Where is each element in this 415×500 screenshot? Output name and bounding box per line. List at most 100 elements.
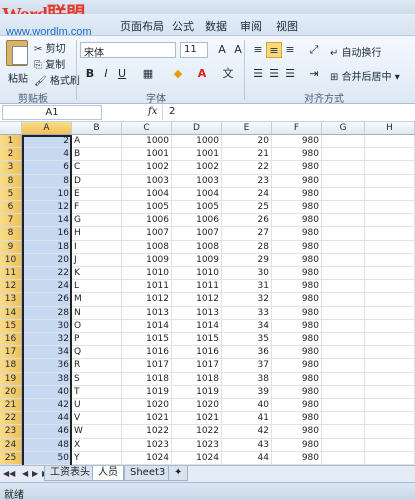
- cell-d[interactable]: 1016: [172, 346, 222, 360]
- cell-g[interactable]: [322, 240, 365, 254]
- cell-h[interactable]: [365, 438, 415, 452]
- cell-h[interactable]: [365, 425, 415, 439]
- cell-c[interactable]: 1003: [122, 174, 172, 188]
- row-header[interactable]: 23: [0, 425, 22, 439]
- phonetic-icon[interactable]: 文: [220, 66, 236, 82]
- cell-g[interactable]: [322, 451, 365, 465]
- cell-f[interactable]: 980: [272, 280, 322, 294]
- cell-c[interactable]: 1018: [122, 372, 172, 386]
- cell-g[interactable]: [322, 412, 365, 426]
- cell-f[interactable]: 980: [272, 359, 322, 373]
- formula-input[interactable]: 2: [162, 105, 412, 120]
- align-middle-icon[interactable]: ≡: [266, 42, 282, 58]
- tab-formulas[interactable]: 公式: [172, 18, 194, 34]
- cell-e[interactable]: 20: [222, 135, 272, 149]
- cell-b[interactable]: U: [72, 399, 122, 413]
- cell-e[interactable]: 23: [222, 174, 272, 188]
- cell-a[interactable]: 42: [22, 399, 72, 413]
- cell-e[interactable]: 35: [222, 333, 272, 347]
- cell-g[interactable]: [322, 187, 365, 201]
- row-header[interactable]: 17: [0, 346, 22, 360]
- cell-g[interactable]: [322, 319, 365, 333]
- cell-e[interactable]: 24: [222, 187, 272, 201]
- cell-b[interactable]: B: [72, 148, 122, 162]
- cell-a[interactable]: 28: [22, 306, 72, 320]
- cell-b[interactable]: Y: [72, 451, 122, 465]
- cell-d[interactable]: 1013: [172, 306, 222, 320]
- column-header-a[interactable]: A: [22, 122, 72, 135]
- cell-e[interactable]: 31: [222, 280, 272, 294]
- cell-d[interactable]: 1000: [172, 135, 222, 149]
- fill-color-icon[interactable]: ◆: [170, 66, 186, 82]
- cell-e[interactable]: 43: [222, 438, 272, 452]
- cell-f[interactable]: 980: [272, 346, 322, 360]
- name-box[interactable]: A1: [2, 105, 102, 120]
- prev-sheet-icon[interactable]: ◀: [22, 469, 28, 478]
- cell-b[interactable]: E: [72, 187, 122, 201]
- column-header-g[interactable]: G: [322, 122, 365, 135]
- row-header[interactable]: 15: [0, 319, 22, 333]
- cell-d[interactable]: 1023: [172, 438, 222, 452]
- cell-a[interactable]: 8: [22, 174, 72, 188]
- align-bottom-icon[interactable]: ≡: [282, 42, 298, 58]
- cell-d[interactable]: 1022: [172, 425, 222, 439]
- cell-a[interactable]: 34: [22, 346, 72, 360]
- row-header[interactable]: 22: [0, 412, 22, 426]
- cell-e[interactable]: 25: [222, 201, 272, 215]
- cell-e[interactable]: 30: [222, 267, 272, 281]
- row-header[interactable]: 7: [0, 214, 22, 228]
- cell-h[interactable]: [365, 319, 415, 333]
- cell-d[interactable]: 1003: [172, 174, 222, 188]
- cell-f[interactable]: 980: [272, 135, 322, 149]
- copy-button[interactable]: ⎘ 复制: [34, 56, 65, 71]
- cell-a[interactable]: 32: [22, 333, 72, 347]
- cell-g[interactable]: [322, 280, 365, 294]
- cell-a[interactable]: 44: [22, 412, 72, 426]
- cell-b[interactable]: H: [72, 227, 122, 241]
- cell-g[interactable]: [322, 267, 365, 281]
- cell-a[interactable]: 38: [22, 372, 72, 386]
- cell-f[interactable]: 980: [272, 267, 322, 281]
- cell-h[interactable]: [365, 148, 415, 162]
- cell-e[interactable]: 44: [222, 451, 272, 465]
- cell-b[interactable]: M: [72, 293, 122, 307]
- cell-f[interactable]: 980: [272, 425, 322, 439]
- cell-b[interactable]: C: [72, 161, 122, 175]
- cell-c[interactable]: 1000: [122, 135, 172, 149]
- cell-h[interactable]: [365, 240, 415, 254]
- cell-e[interactable]: 38: [222, 372, 272, 386]
- cell-g[interactable]: [322, 148, 365, 162]
- cell-g[interactable]: [322, 135, 365, 149]
- cell-d[interactable]: 1024: [172, 451, 222, 465]
- cell-f[interactable]: 980: [272, 201, 322, 215]
- cell-g[interactable]: [322, 385, 365, 399]
- cell-a[interactable]: 48: [22, 438, 72, 452]
- cell-a[interactable]: 4: [22, 148, 72, 162]
- sheet-tab-staff[interactable]: 人员: [92, 466, 124, 481]
- cell-a[interactable]: 30: [22, 319, 72, 333]
- cell-d[interactable]: 1014: [172, 319, 222, 333]
- cell-e[interactable]: 40: [222, 399, 272, 413]
- cell-h[interactable]: [365, 451, 415, 465]
- cell-h[interactable]: [365, 280, 415, 294]
- tab-page-layout[interactable]: 页面布局: [120, 18, 164, 34]
- cell-d[interactable]: 1015: [172, 333, 222, 347]
- cell-c[interactable]: 1023: [122, 438, 172, 452]
- row-header[interactable]: 12: [0, 280, 22, 294]
- cell-h[interactable]: [365, 399, 415, 413]
- cell-h[interactable]: [365, 201, 415, 215]
- row-header[interactable]: 6: [0, 201, 22, 215]
- cell-c[interactable]: 1022: [122, 425, 172, 439]
- cell-b[interactable]: K: [72, 267, 122, 281]
- cell-d[interactable]: 1020: [172, 399, 222, 413]
- cell-d[interactable]: 1019: [172, 385, 222, 399]
- cell-h[interactable]: [365, 372, 415, 386]
- cell-h[interactable]: [365, 346, 415, 360]
- cell-c[interactable]: 1016: [122, 346, 172, 360]
- cell-g[interactable]: [322, 399, 365, 413]
- cell-f[interactable]: 980: [272, 161, 322, 175]
- cell-c[interactable]: 1010: [122, 267, 172, 281]
- column-header-b[interactable]: B: [72, 122, 122, 135]
- column-header-h[interactable]: H: [365, 122, 415, 135]
- row-header[interactable]: 2: [0, 148, 22, 162]
